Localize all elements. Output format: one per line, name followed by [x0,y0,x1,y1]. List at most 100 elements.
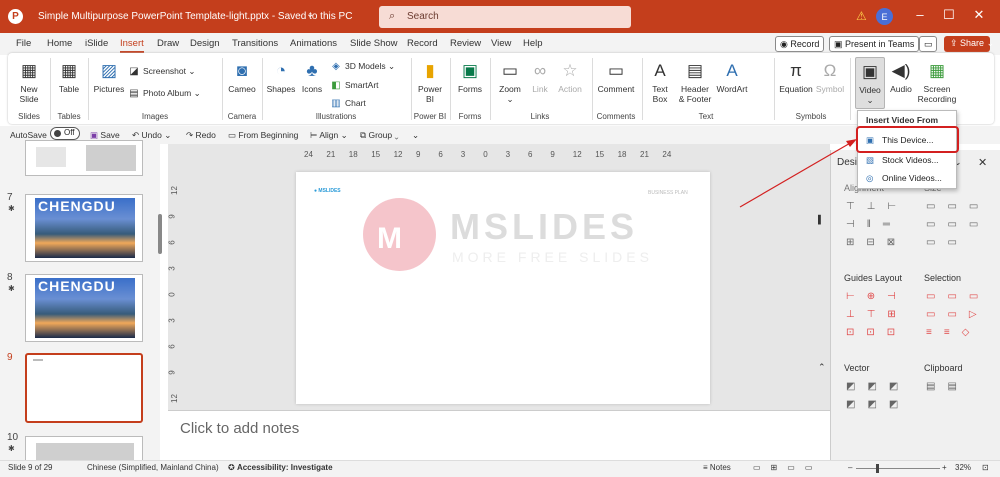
tab-slide-show[interactable]: Slide Show [350,38,398,49]
pictures-button[interactable]: ▨ Pictures [92,60,126,94]
vector-buttons[interactable]: ◩◩◩ ◩◩◩ [846,378,910,414]
tab-view[interactable]: View [491,38,511,49]
alignment-buttons[interactable]: ⊤⊥⊢ ⊣‖═ ⊞⊟⊠ [846,198,908,252]
action-icon: ☆ [562,61,578,80]
cameo-icon: ◙ [236,61,248,80]
slide-thumbnail[interactable] [25,140,143,176]
power-bi-button[interactable]: ▮ Power BI [414,60,446,104]
guides-buttons[interactable]: ⊢⊕⊣ ⊥⊤⊞ ⊡⊡⊡ [846,288,908,342]
online-videos-menu-item[interactable]: ◎ Online Videos... [866,173,942,184]
tab-record[interactable]: Record [407,38,438,49]
zoom-in-icon[interactable]: + [942,463,947,472]
selection-buttons[interactable]: ▭▭▭ ▭▭▷ ≡≡◇ [926,288,990,342]
language-status[interactable]: Chinese (Simplified, Mainland China) [87,463,219,472]
avatar[interactable]: E [876,8,893,25]
pane-close-icon[interactable]: ✕ [978,156,987,169]
maximize-icon[interactable]: ☐ [940,7,958,23]
tab-transitions[interactable]: Transitions [232,38,278,49]
text-box-button[interactable]: A Text Box [646,60,674,104]
redo-button[interactable]: ↷ Redo [186,130,216,141]
slide-thumbnail-selected[interactable] [25,353,143,423]
stock-video-icon: ▧ [866,155,875,165]
accessibility-icon: ✪ [228,463,235,472]
tab-design[interactable]: Design [190,38,220,49]
customize-qat-icon[interactable]: ⌄ [412,130,419,141]
editor-scrollbar-thumb[interactable]: ▌ [818,215,824,224]
title-bar: P Simple Multipurpose PowerPoint Templat… [0,0,1000,33]
tab-insert[interactable]: Insert [120,38,144,49]
online-video-icon: ◎ [866,173,874,183]
screen-recording-icon: ▦ [928,61,946,80]
scroll-up-icon[interactable]: ⌃ [818,362,826,373]
ruler-tick-label: 12 [572,150,582,159]
symbol-button[interactable]: Ω Symbol [815,60,845,94]
shapes-icon: ◔ [275,61,287,80]
tab-file[interactable]: File [16,38,31,49]
tab-help[interactable]: Help [523,38,543,49]
new-slide-button[interactable]: ▦ New Slide [12,60,46,104]
audio-button[interactable]: ◀) Audio [888,60,914,94]
guides-layout-heading: Guides Layout [844,273,903,283]
chart-button[interactable]: ▥ Chart [330,98,366,109]
link-button[interactable]: ∞ Link [527,60,553,94]
zoom-slider-thumb[interactable] [876,464,879,473]
search-box[interactable]: ⌕ Search [379,6,631,28]
smartart-button[interactable]: ◧ SmartArt [330,80,378,91]
tab-review[interactable]: Review [450,38,481,49]
tab-animations[interactable]: Animations [290,38,337,49]
shapes-button[interactable]: ◔ Shapes [265,60,297,94]
align-button[interactable]: ⊨ Align ⌄ [310,130,348,141]
equation-label: Equation [779,84,813,94]
minimize-icon[interactable]: – [911,7,929,22]
icons-button[interactable]: ♣ Icons [298,60,326,94]
slide-number: 9 [7,352,13,363]
tab-draw[interactable]: Draw [157,38,179,49]
notes-button[interactable]: ≡ Notes [703,463,731,472]
slide-thumbnail[interactable]: CHENGDU [25,274,143,342]
ruler-tick-label: 6 [167,344,177,349]
thumbnails-scrollbar[interactable] [158,214,162,254]
group-button[interactable]: ⧉ Group ⌄ [360,130,398,141]
comments-icon[interactable]: ▭ [919,36,937,52]
header-footer-button[interactable]: ▤ Header & Footer [676,60,714,104]
zoom-button[interactable]: ▭ Zoom ⌄ [495,60,525,104]
3d-models-button[interactable]: ◈ 3D Models ⌄ [330,61,395,72]
photo-album-button[interactable]: ▤ Photo Album ⌄ [128,88,200,99]
warning-icon[interactable]: ⚠ [856,9,867,23]
zoom-level[interactable]: 32% [955,463,971,472]
equation-button[interactable]: π Equation [778,60,814,94]
title-dropdown-icon[interactable]: ⌄ [306,9,314,20]
present-in-teams-button[interactable]: ▣ Present in Teams [829,36,920,52]
powerpoint-window: P Simple Multipurpose PowerPoint Templat… [0,0,1000,477]
zoom-slider-track[interactable] [856,468,940,469]
action-button[interactable]: ☆ Action [555,60,585,94]
from-beginning-button[interactable]: ▭ From Beginning [228,130,298,141]
table-button[interactable]: ▦ Table [55,60,83,94]
redo-label: Redo [195,130,216,140]
stock-videos-menu-item[interactable]: ▧ Stock Videos... [866,155,939,166]
view-buttons[interactable]: ▭⊞▭▭ [753,463,822,472]
forms-button[interactable]: ▣ Forms [454,60,486,94]
fit-to-window-icon[interactable]: ⊡ [982,463,989,472]
tab-home[interactable]: Home [47,38,72,49]
video-button[interactable]: ▣ Video ⌄ [855,57,885,109]
accessibility-status[interactable]: ✪ Accessibility: Investigate [228,463,333,472]
screenshot-button[interactable]: ◪ Screenshot ⌄ [128,66,195,77]
highlight-box [856,126,959,153]
size-buttons[interactable]: ▭▭▭ ▭▭▭ ▭▭ [926,198,990,252]
slide-thumbnail[interactable]: CHENGDU [25,194,143,262]
zoom-out-icon[interactable]: – [848,463,852,472]
comment-icon: ▭ [607,61,625,80]
autosave-toggle[interactable]: Off [50,127,80,140]
share-button[interactable]: ⇪ Share ⌄ [944,36,994,52]
clipboard-buttons[interactable]: ▤▤ [926,378,969,396]
video-label: Video [859,85,881,95]
cameo-button[interactable]: ◙ Cameo [226,60,258,94]
tab-islide[interactable]: iSlide [85,38,108,49]
comment-button[interactable]: ▭ Comment [596,60,636,94]
audio-label: Audio [890,84,912,94]
wordart-button[interactable]: A WordArt [714,60,750,94]
record-button[interactable]: ◉ Record [775,36,825,52]
close-icon[interactable]: ✕ [970,7,988,23]
screen-recording-button[interactable]: ▦ Screen Recording [915,60,959,104]
